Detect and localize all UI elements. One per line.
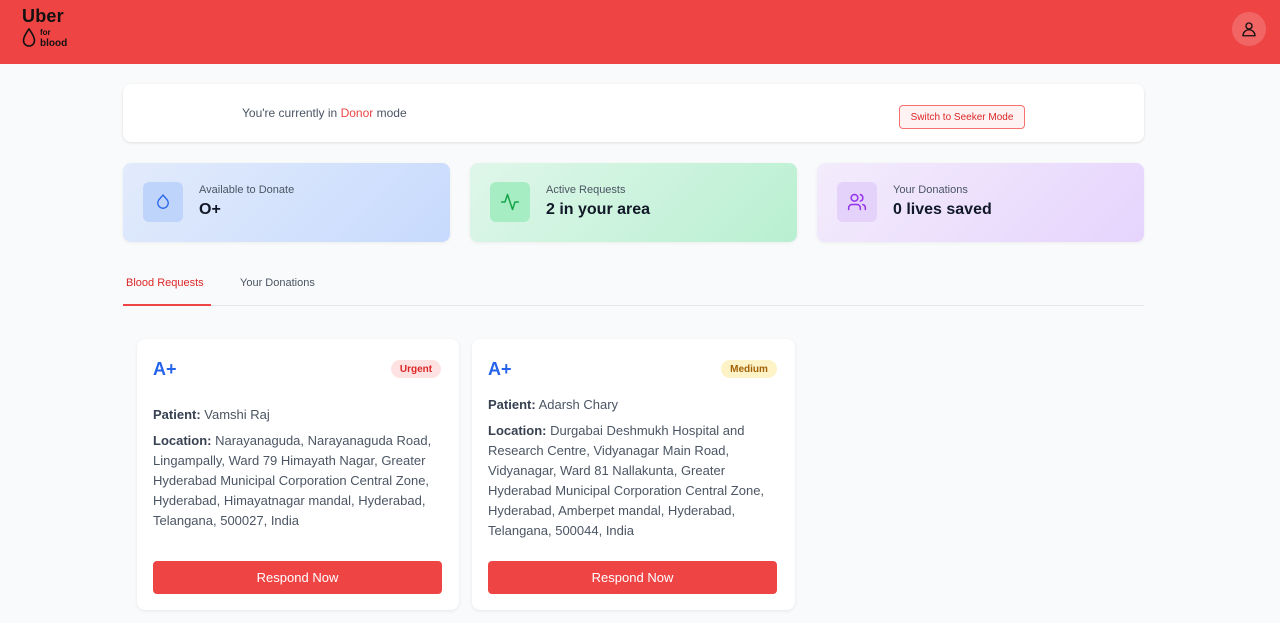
patient-name: Vamshi Raj bbox=[200, 407, 270, 422]
urgency-badge: Urgent bbox=[391, 360, 441, 378]
activity-icon bbox=[490, 182, 530, 222]
request-card: A+ Urgent Patient: Vamshi Raj Location: … bbox=[137, 339, 459, 610]
tab-bar: Blood Requests Your Donations bbox=[123, 268, 1144, 306]
location-info: Location: Narayanaguda, Narayanaguda Roa… bbox=[153, 433, 432, 528]
patient-info: Patient: Adarsh Chary bbox=[488, 397, 619, 412]
profile-button[interactable] bbox=[1232, 12, 1266, 46]
droplet-icon bbox=[143, 182, 183, 222]
blood-type: A+ bbox=[488, 359, 512, 379]
user-icon bbox=[1242, 22, 1256, 37]
stat-value: 0 lives saved bbox=[893, 201, 992, 218]
location-address: Durgabai Deshmukh Hospital and Research … bbox=[488, 423, 765, 538]
stat-label: Your Donations bbox=[893, 184, 968, 196]
stat-label: Available to Donate bbox=[199, 184, 295, 196]
tab-blood-requests[interactable]: Blood Requests bbox=[123, 277, 211, 306]
current-mode-label: Donor bbox=[340, 106, 374, 120]
stat-value: O+ bbox=[199, 201, 221, 218]
request-card: A+ Medium Patient: Adarsh Chary Location… bbox=[472, 339, 795, 610]
respond-now-button[interactable]: Respond Now bbox=[488, 561, 777, 594]
stat-value: 2 in your area bbox=[546, 201, 651, 218]
mode-banner: You're currently in Donor mode Switch to… bbox=[123, 84, 1144, 142]
logo-text-blood: blood bbox=[40, 38, 68, 49]
respond-now-button[interactable]: Respond Now bbox=[153, 561, 442, 594]
urgency-badge: Medium bbox=[721, 360, 777, 378]
app-logo[interactable]: Uber for blood bbox=[22, 6, 67, 49]
top-navbar: Uber for blood bbox=[0, 0, 1280, 64]
stat-card-active-requests: Active Requests 2 in your area bbox=[470, 163, 797, 242]
location-info: Location: Durgabai Deshmukh Hospital and… bbox=[488, 423, 765, 538]
blood-type: A+ bbox=[153, 359, 177, 379]
tab-your-donations[interactable]: Your Donations bbox=[240, 277, 315, 289]
stat-card-blood-type: Available to Donate O+ bbox=[123, 163, 450, 242]
logo-text-uber: Uber bbox=[22, 6, 64, 26]
patient-info: Patient: Vamshi Raj bbox=[153, 407, 270, 422]
mode-status-text: You're currently in Donor mode bbox=[242, 106, 407, 120]
users-icon bbox=[837, 182, 877, 222]
blood-drop-icon bbox=[22, 28, 36, 47]
logo-text-for: for bbox=[40, 28, 51, 37]
switch-mode-button[interactable]: Switch to Seeker Mode bbox=[899, 105, 1025, 129]
stat-card-donations: Your Donations 0 lives saved bbox=[817, 163, 1144, 242]
stat-label: Active Requests bbox=[546, 184, 626, 196]
patient-name: Adarsh Chary bbox=[535, 397, 619, 412]
